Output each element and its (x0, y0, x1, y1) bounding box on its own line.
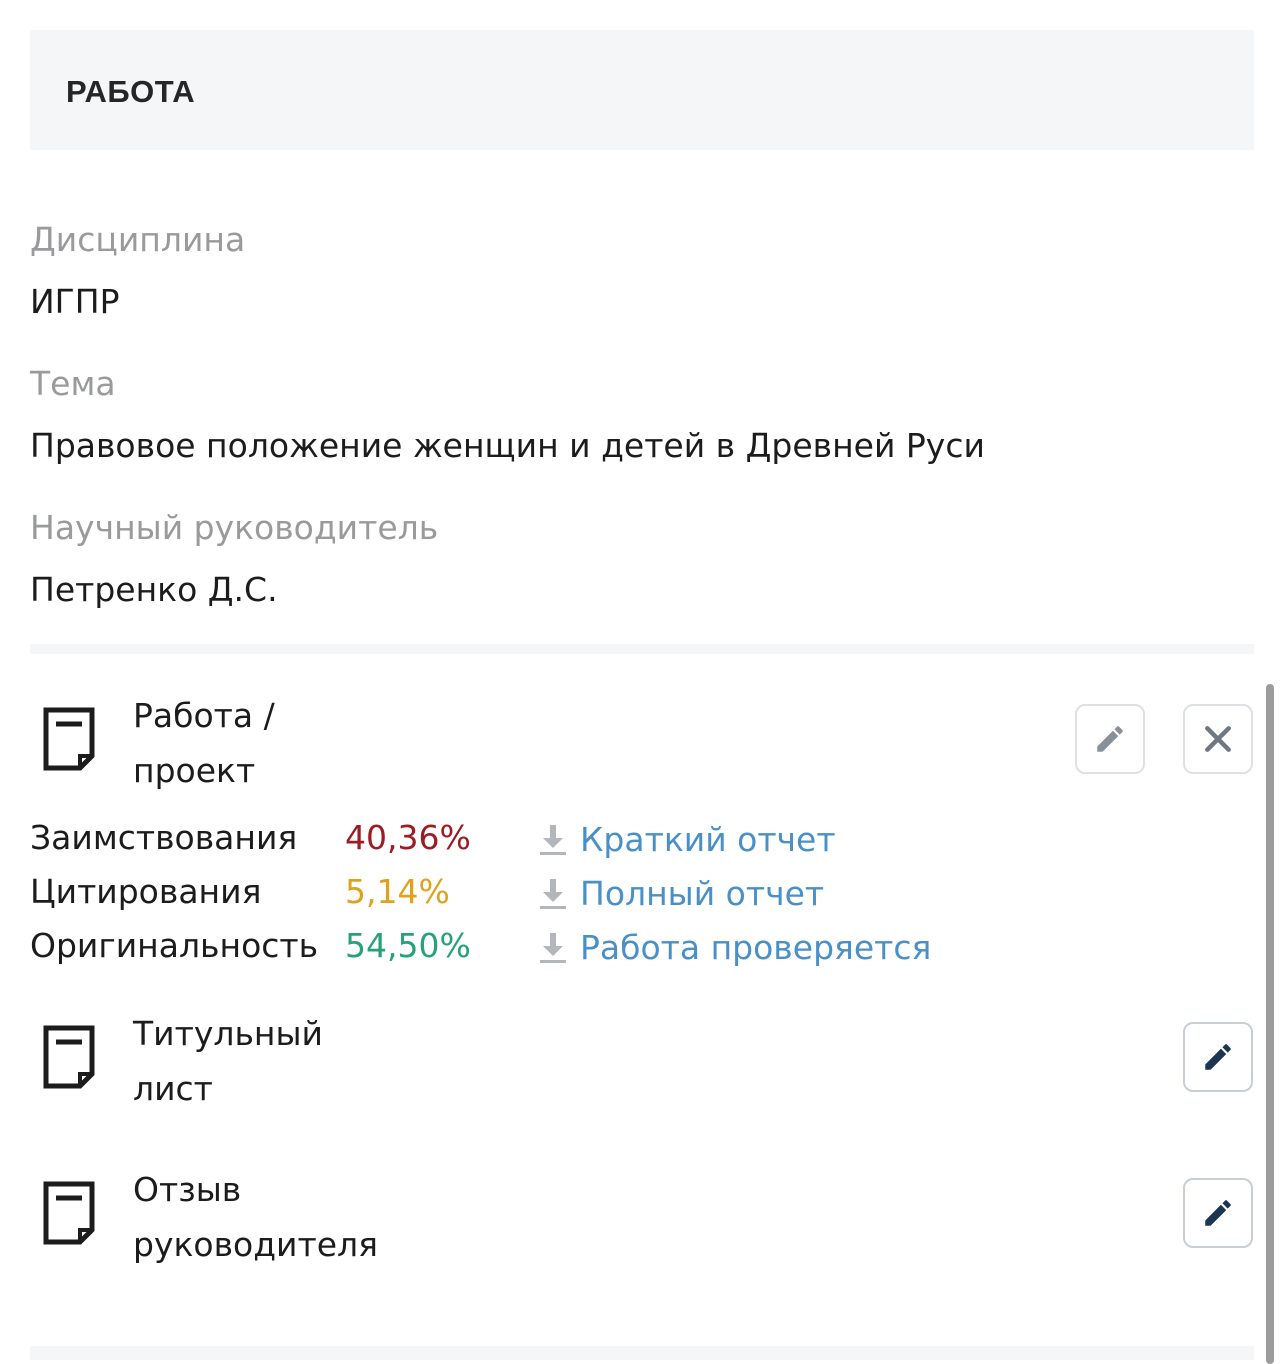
supervisor-value: Петренко Д.С. (30, 570, 278, 609)
short-report-label: Краткий отчет (580, 820, 836, 859)
citations-value: 5,14% (345, 872, 450, 911)
discipline-value: ИГПР (30, 282, 120, 321)
download-icon (540, 824, 566, 855)
download-icon (540, 932, 566, 963)
edit-review-button[interactable] (1183, 1178, 1253, 1248)
document-icon (43, 707, 95, 771)
discipline-label: Дисциплина (30, 220, 246, 259)
section-header: РАБОТА (30, 30, 1254, 150)
short-report-link[interactable]: Краткий отчет (538, 820, 836, 859)
close-icon (1205, 726, 1231, 752)
document-icon (43, 1025, 95, 1089)
section-divider (30, 644, 1254, 654)
work-checking-link[interactable]: Работа проверяется (538, 928, 931, 967)
next-section-edge (30, 1346, 1254, 1360)
originality-value: 54,50% (345, 926, 471, 965)
citations-label: Цитирования (30, 872, 262, 911)
full-report-link[interactable]: Полный отчет (538, 874, 824, 913)
full-report-label: Полный отчет (580, 874, 825, 913)
topic-label: Тема (30, 364, 116, 403)
delete-work-button[interactable] (1183, 704, 1253, 774)
download-icon (540, 878, 566, 909)
edit-title-page-button[interactable] (1183, 1022, 1253, 1092)
document-title-work: Работа / проект (133, 696, 275, 790)
document-title-review: Отзыв руководителя (133, 1170, 378, 1264)
borrowings-value: 40,36% (345, 818, 471, 857)
pencil-icon (1205, 1200, 1231, 1226)
pencil-icon (1205, 1044, 1231, 1070)
topic-value: Правовое положение женщин и детей в Древ… (30, 426, 985, 465)
borrowings-label: Заимствования (30, 818, 298, 857)
document-title-title-page: Титульный лист (133, 1014, 323, 1108)
pencil-icon (1097, 726, 1123, 752)
scrollbar[interactable] (1266, 684, 1274, 1364)
supervisor-label: Научный руководитель (30, 508, 439, 547)
originality-label: Оригинальность (30, 926, 319, 965)
section-title: РАБОТА (66, 74, 196, 109)
document-icon (43, 1181, 95, 1245)
edit-work-button[interactable] (1075, 704, 1145, 774)
work-checking-label: Работа проверяется (580, 928, 932, 967)
